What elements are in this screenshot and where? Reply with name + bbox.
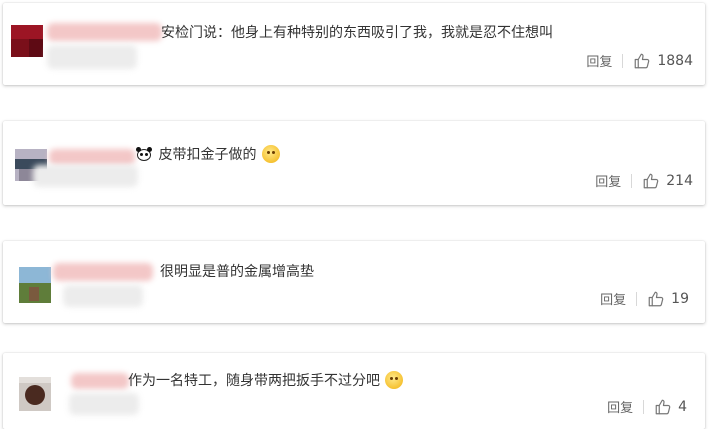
comment-actions: 回复 214: [595, 171, 693, 191]
comment-card: 皮带扣金子做的 回复 214: [3, 121, 705, 205]
avatar[interactable]: [19, 377, 51, 411]
doge-emoji-icon: [261, 145, 280, 163]
comment-actions: 回复 1884: [586, 51, 693, 71]
grin-emoji-icon: [385, 371, 404, 389]
like-button[interactable]: 1884: [633, 52, 693, 70]
username-redacted[interactable]: [53, 263, 153, 281]
user-meta-redacted: [33, 165, 138, 187]
comment-list: 安检门说：他身上有种特别的东西吸引了我，我就是忍不住想叫 回复 1884 皮带扣…: [0, 0, 712, 429]
like-count: 19: [671, 290, 689, 307]
like-button[interactable]: 4: [654, 398, 687, 416]
username-redacted[interactable]: [71, 373, 129, 389]
reply-button[interactable]: 回复: [600, 289, 626, 308]
thumbs-up-icon: [655, 399, 671, 414]
reply-button[interactable]: 回复: [595, 171, 621, 190]
action-divider: [636, 291, 638, 306]
like-count: 1884: [657, 52, 693, 69]
comment-actions: 回复 19: [600, 289, 689, 309]
comment-card: 安检门说：他身上有种特别的东西吸引了我，我就是忍不住想叫 回复 1884: [3, 3, 705, 85]
reply-button[interactable]: 回复: [586, 51, 612, 70]
like-button[interactable]: 214: [642, 172, 693, 190]
comment-text: 很明显是普的金属增高垫: [160, 264, 314, 280]
comment-actions: 回复 4: [607, 397, 687, 417]
comment-card: 作为一名特工，随身带两把扳手不过分吧 回复 4: [3, 353, 705, 429]
comment-text: 安检门说：他身上有种特别的东西吸引了我，我就是忍不住想叫: [161, 25, 553, 41]
user-meta-redacted: [63, 285, 143, 307]
comment-text: 作为一名特工，随身带两把扳手不过分吧: [128, 371, 404, 391]
panda-emoji-icon: [136, 147, 152, 161]
thumbs-up-icon: [635, 53, 650, 68]
like-count: 214: [666, 172, 693, 189]
avatar[interactable]: [19, 267, 51, 303]
like-button[interactable]: 19: [647, 290, 689, 308]
username-redacted[interactable]: [49, 149, 135, 165]
action-divider: [631, 173, 633, 188]
avatar[interactable]: [11, 25, 43, 57]
thumbs-up-icon: [648, 291, 664, 306]
user-meta-redacted: [47, 45, 137, 69]
action-divider: [643, 399, 645, 414]
comment-text: 皮带扣金子做的: [136, 145, 280, 165]
reply-button[interactable]: 回复: [607, 397, 633, 416]
username-redacted[interactable]: [47, 23, 162, 41]
like-count: 4: [678, 398, 687, 415]
comment-card: 很明显是普的金属增高垫 回复 19: [3, 241, 705, 323]
thumbs-up-icon: [643, 173, 659, 188]
user-meta-redacted: [69, 393, 139, 415]
action-divider: [622, 53, 624, 68]
